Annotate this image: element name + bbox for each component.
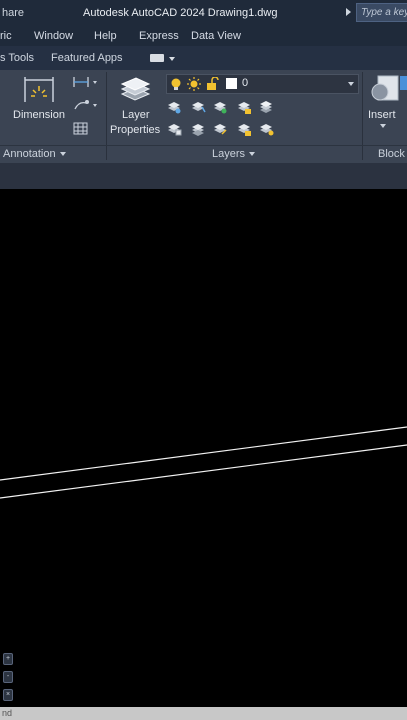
ribbon-options-caret-icon[interactable]	[169, 57, 175, 61]
panel-separator	[106, 72, 107, 160]
layer-isolate-icon	[168, 102, 181, 114]
tab-featured-apps[interactable]: Featured Apps	[51, 52, 123, 64]
panel-title-divider	[0, 145, 407, 146]
layer-match-icon	[192, 102, 206, 113]
layer-dropdown[interactable]: 0	[166, 74, 359, 94]
drawing-geometry	[0, 426, 407, 499]
ribbon-tab-row: s Tools Featured Apps	[0, 46, 407, 70]
layer-properties-label-1[interactable]: Layer	[122, 109, 150, 121]
viewport-control-button[interactable]: +	[3, 653, 13, 665]
menu-item-help[interactable]: Help	[94, 30, 117, 42]
layer-off-icon	[214, 102, 227, 114]
layer-merge-icon	[260, 124, 274, 136]
menu-item-data-view[interactable]: Data View	[191, 30, 241, 42]
expand-arrow-icon[interactable]	[346, 8, 351, 16]
layer-tools-row-2	[168, 124, 274, 136]
insert-dropdown-caret-icon[interactable]	[380, 124, 386, 128]
lightbulb-icon[interactable]	[170, 78, 182, 91]
insert-button[interactable]: Insert	[368, 109, 396, 121]
annotation-panel-title[interactable]: Annotation	[3, 148, 66, 160]
menu-item-parametric[interactable]: ric	[0, 30, 12, 42]
unlock-icon[interactable]	[206, 77, 219, 91]
command-line[interactable]: nd	[0, 707, 407, 720]
sun-icon[interactable]	[187, 77, 201, 91]
layer-copy-icon	[192, 124, 204, 136]
panel-separator	[362, 72, 363, 160]
current-layer-value: 0	[242, 77, 249, 89]
annotation-panel-label: Annotation	[3, 148, 56, 160]
layer-properties-icon[interactable]	[118, 74, 152, 104]
block-panel-title[interactable]: Block	[378, 148, 405, 160]
layer-states-icon	[260, 101, 272, 113]
drawing-canvas[interactable]	[0, 189, 407, 707]
menu-bar: ric Window Help Express Data View	[0, 26, 407, 46]
layers-panel-label: Layers	[212, 148, 246, 160]
menu-item-window[interactable]: Window	[34, 30, 73, 42]
minimize-ribbon-button[interactable]	[150, 54, 164, 62]
layers-panel-title[interactable]: Layers	[212, 148, 256, 160]
dimension-button[interactable]: Dimension	[13, 109, 65, 121]
layer-walk-icon	[214, 124, 227, 135]
chevron-down-icon[interactable]	[348, 82, 354, 86]
menu-item-express[interactable]: Express	[139, 30, 179, 42]
viewport-control-button[interactable]: -	[3, 671, 13, 683]
insert-block-icon[interactable]	[366, 74, 407, 104]
chevron-down-icon	[59, 152, 66, 157]
linear-dimension-icon[interactable]	[72, 75, 98, 89]
title-bar: hare Autodesk AutoCAD 2024 Drawing1.dwg …	[0, 0, 407, 26]
layer-tools-row-1	[168, 101, 272, 114]
layer-color-swatch	[226, 78, 237, 89]
search-input[interactable]: Type a key	[356, 3, 407, 22]
table-icon[interactable]	[73, 122, 88, 135]
leader-icon[interactable]	[72, 98, 98, 112]
app-title: Autodesk AutoCAD 2024 Drawing1.dwg	[83, 7, 278, 19]
layer-unlock-icon	[238, 124, 251, 136]
file-tab-strip	[0, 163, 407, 189]
layer-lock-icon	[238, 102, 251, 114]
layer-properties-label-2[interactable]: Properties	[110, 124, 160, 136]
share-button[interactable]: hare	[2, 7, 24, 19]
ribbon: Dimension Layer Properties 0 Insert Anno…	[0, 70, 407, 163]
command-line-text: nd	[2, 708, 13, 718]
dimension-icon[interactable]	[22, 74, 56, 104]
chevron-down-icon	[249, 152, 256, 157]
tab-express-tools[interactable]: s Tools	[0, 52, 34, 64]
layer-unisolate-icon	[168, 124, 182, 136]
viewport-control-button[interactable]: ×	[3, 689, 13, 701]
